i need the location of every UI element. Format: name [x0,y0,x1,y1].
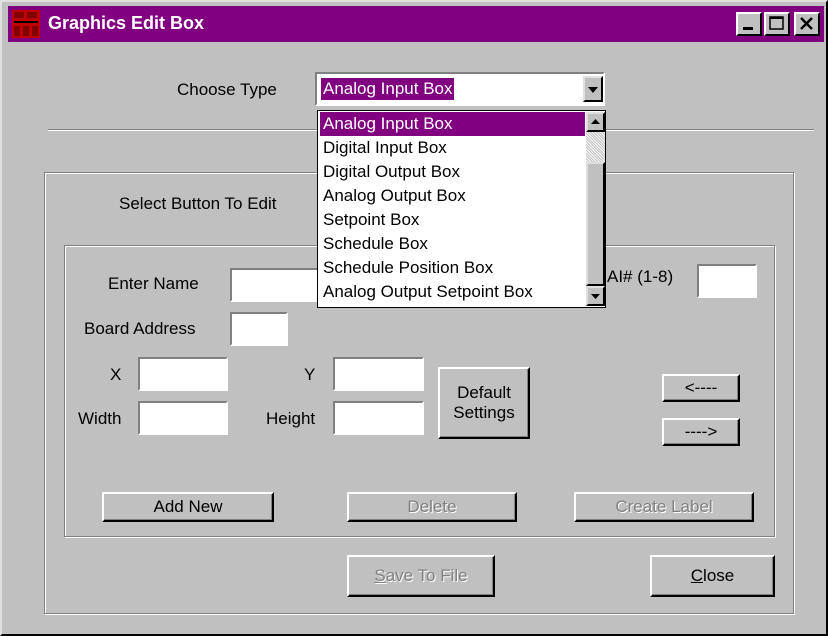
board-address-field[interactable] [230,312,288,346]
close-icon [800,17,813,30]
dropdown-option[interactable]: Setpoint Box [320,208,585,232]
default-settings-line2: Settings [453,403,515,422]
close-window-button[interactable] [794,12,820,36]
enter-name-field[interactable] [230,268,320,302]
height-field[interactable] [333,401,424,435]
scroll-track[interactable] [586,132,605,162]
save-to-file-button[interactable]: Save To File [347,555,495,597]
choose-type-dropdown-list[interactable]: Analog Input Box Digital Input Box Digital… [317,110,606,308]
dropdown-option[interactable]: Schedule Box [320,232,585,256]
chevron-up-icon [591,119,600,124]
ai-number-label: AI# (1-8) [607,267,674,286]
scroll-up-button[interactable] [586,112,605,132]
save-to-file-label: Save To File [374,566,467,586]
minimize-icon [743,27,753,30]
close-button[interactable]: Close [650,555,775,597]
combobox-dropdown-button[interactable] [583,76,603,102]
dropdown-option[interactable]: Analog Output Box [320,184,585,208]
width-label: Width [78,409,122,428]
x-label: X [110,365,122,384]
x-field[interactable] [138,357,228,391]
choose-type-label: Choose Type [177,80,277,99]
app-grid-icon [12,10,40,38]
previous-button-label: <---- [684,378,718,397]
chevron-down-icon [588,87,598,93]
next-button[interactable]: ----> [662,418,740,446]
window-title: Graphics Edit Box [48,13,205,33]
choose-type-combobox[interactable]: Analog Input Box [315,72,605,106]
dropdown-option[interactable]: Digital Input Box [320,136,585,160]
height-label: Height [266,409,316,428]
choose-type-selected-value: Analog Input Box [321,78,455,100]
width-field[interactable] [138,401,228,435]
maximize-button[interactable] [764,12,790,36]
dropdown-option[interactable]: Analog Output Setpoint Box [320,280,585,304]
maximize-icon [769,16,784,30]
dropdown-scrollbar[interactable] [586,112,605,306]
ai-number-field[interactable] [697,264,757,298]
y-field[interactable] [333,357,424,391]
board-address-label: Board Address [84,319,196,338]
dropdown-option[interactable]: Digital Output Box [320,160,585,184]
delete-button[interactable]: Delete [347,492,517,522]
close-label-rest: lose [703,566,735,585]
next-button-label: ----> [684,422,718,441]
title-bar[interactable]: Graphics Edit Box [8,6,824,42]
graphics-edit-box-window: Graphics Edit Box Choose Type Analog Inp… [0,0,828,636]
close-label: Close [691,566,734,586]
default-settings-line1: Default [457,383,511,402]
chevron-down-icon [591,294,600,299]
previous-button[interactable]: <---- [662,374,740,402]
select-button-label: Select Button To Edit [119,194,277,213]
delete-label: Delete [407,497,457,516]
dropdown-option[interactable]: Analog Input Box [320,112,585,136]
create-label-button[interactable]: Create Label [574,492,754,522]
add-new-button[interactable]: Add New [102,492,274,522]
save-label-rest: ave To File [385,566,468,585]
scroll-down-button[interactable] [586,286,605,306]
y-label: Y [304,365,316,384]
save-hotkey-letter: S [374,566,386,585]
scroll-thumb[interactable] [586,162,605,286]
create-label-label: Create Label [615,497,713,516]
enter-name-label: Enter Name [108,274,199,293]
close-hotkey-letter: C [690,566,704,585]
minimize-button[interactable] [736,12,762,36]
dropdown-option[interactable]: Schedule Position Box [320,256,585,280]
add-new-label: Add New [153,497,223,516]
default-settings-button[interactable]: Default Settings [438,367,530,439]
